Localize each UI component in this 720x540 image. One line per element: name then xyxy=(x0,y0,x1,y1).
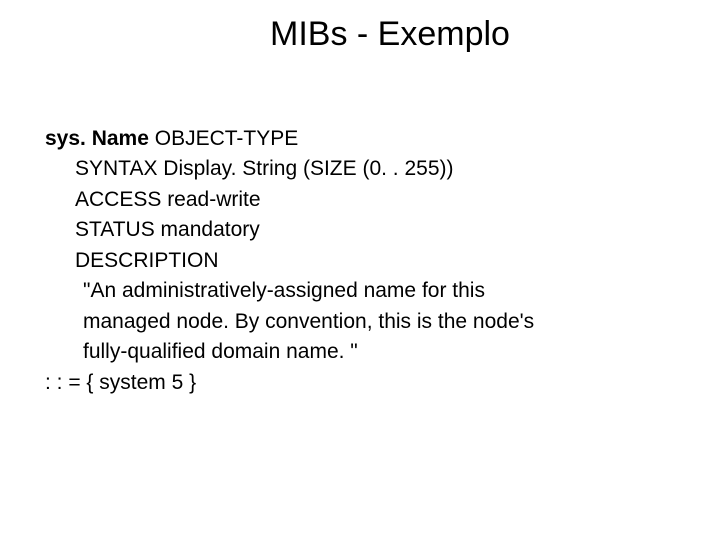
slide-container: MIBs - Exemplo sys. Name OBJECT-TYPE SYN… xyxy=(0,0,720,540)
object-type: OBJECT-TYPE xyxy=(149,127,298,150)
slide-title: MIBs - Exemplo xyxy=(105,15,675,54)
line-oid-assignment: : : = { system 5 } xyxy=(45,368,675,398)
line-access: ACCESS read-write xyxy=(45,185,675,215)
line-description-2: managed node. By convention, this is the… xyxy=(45,307,675,337)
line-syntax: SYNTAX Display. String (SIZE (0. . 255)) xyxy=(45,154,675,184)
line-status: STATUS mandatory xyxy=(45,215,675,245)
line-object-name: sys. Name OBJECT-TYPE xyxy=(45,124,675,154)
slide-body: sys. Name OBJECT-TYPE SYNTAX Display. St… xyxy=(45,124,675,398)
line-description-label: DESCRIPTION xyxy=(45,246,675,276)
sysname-bold: sys. Name xyxy=(45,127,149,150)
line-description-3: fully-qualified domain name. " xyxy=(45,337,675,367)
line-description-1: "An administratively-assigned name for t… xyxy=(45,276,675,306)
